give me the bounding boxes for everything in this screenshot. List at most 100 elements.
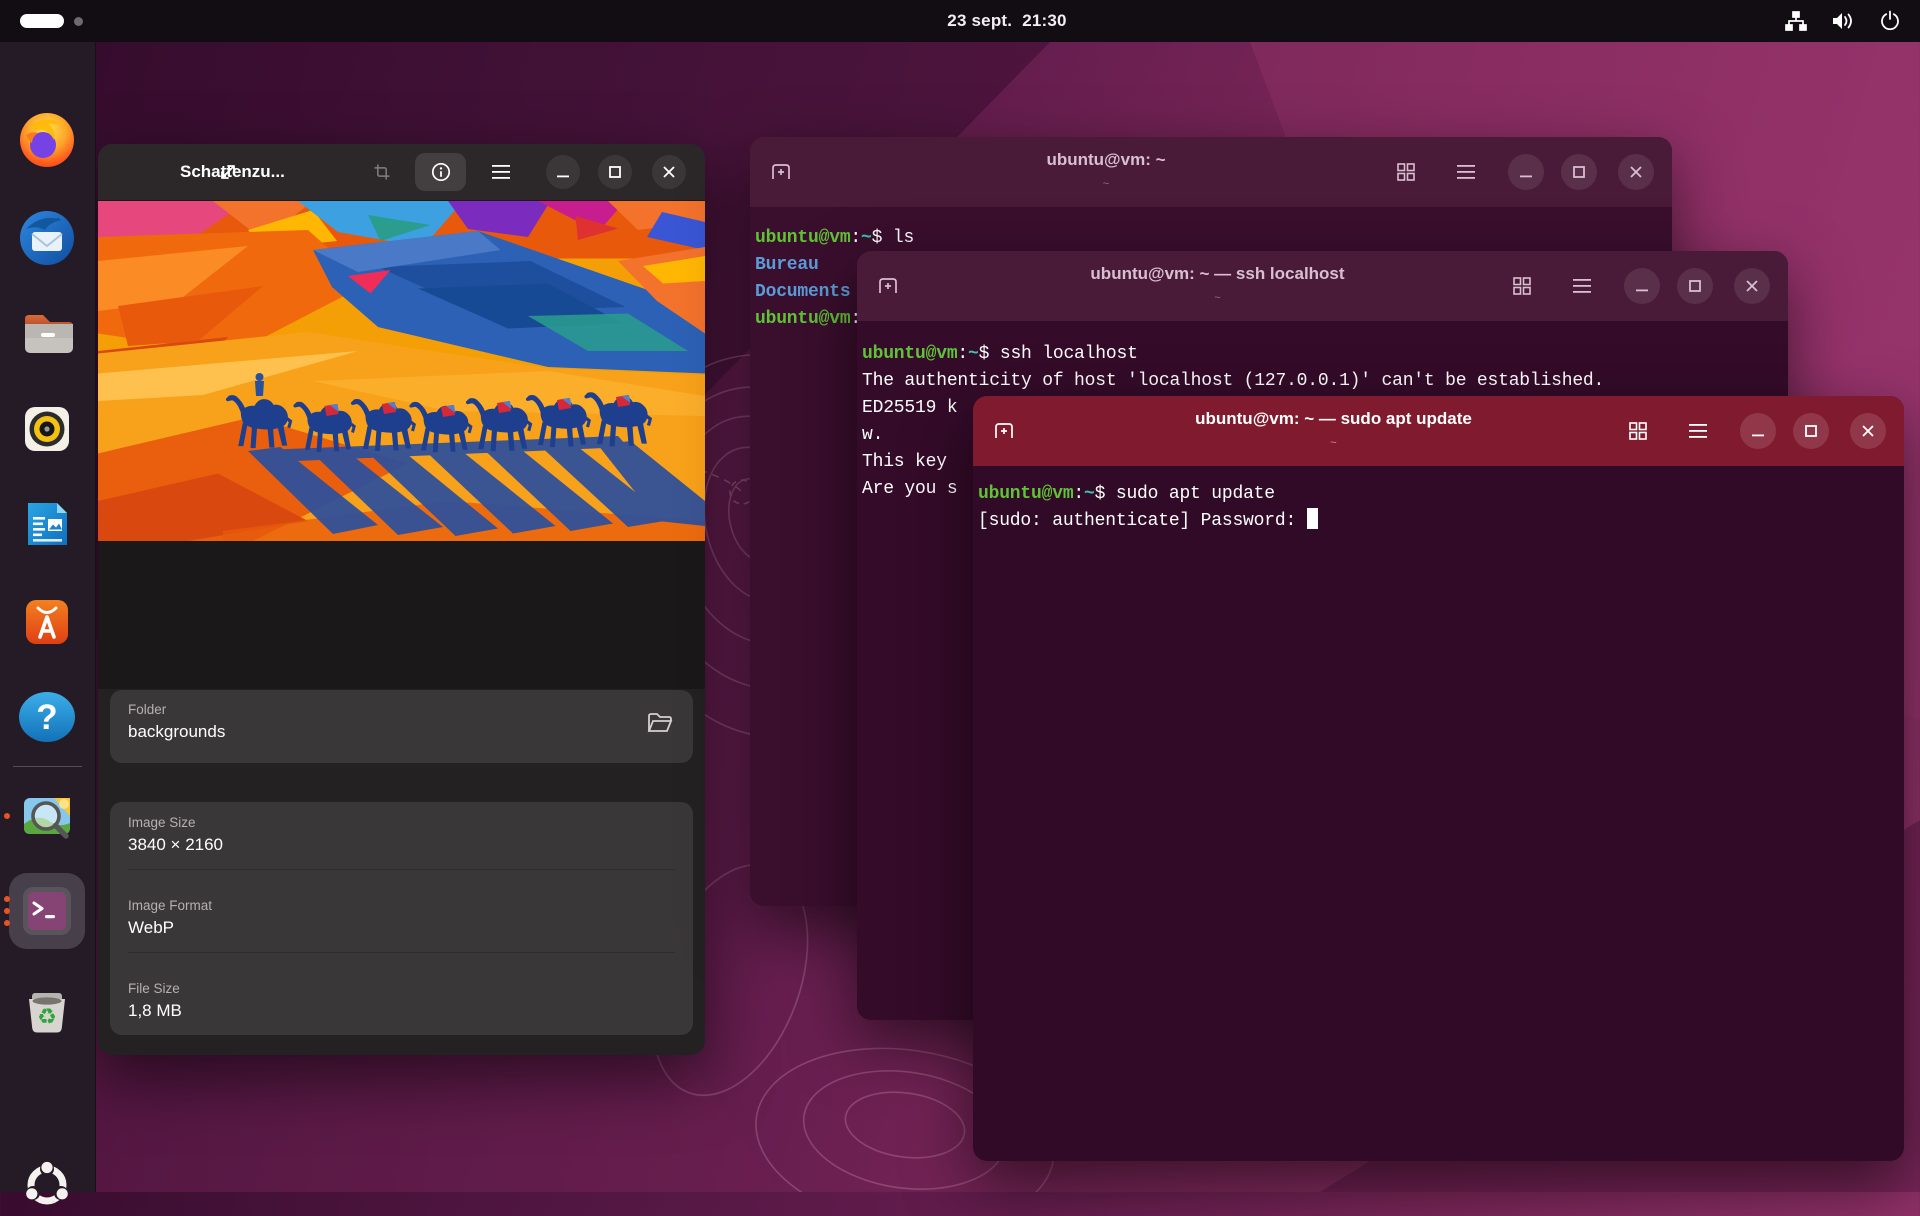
svg-text:?: ? — [36, 698, 57, 737]
minimize-icon — [1752, 425, 1764, 437]
tab-overview-button[interactable] — [1628, 421, 1648, 441]
terminal-maximize-button[interactable] — [1677, 268, 1713, 304]
folder-value: backgrounds — [128, 722, 675, 742]
dock-divider — [13, 766, 82, 767]
terminal-titlebar[interactable]: ubuntu@vm: ~ ~ — [750, 137, 1672, 207]
workspace-dot-inactive[interactable] — [74, 17, 83, 26]
power-icon[interactable] — [1878, 9, 1902, 33]
svg-text:♻: ♻ — [37, 1005, 57, 1030]
terminal-output[interactable]: ubuntu@vm:~$ sudo apt update[sudo: authe… — [973, 466, 1904, 1161]
dock-item-rhythmbox[interactable] — [16, 398, 78, 460]
running-indicator-dot — [4, 813, 10, 819]
terminal-titlebar[interactable]: ubuntu@vm: ~ — ssh localhost ~ — [857, 251, 1788, 321]
maximize-icon — [1805, 425, 1817, 437]
viewer-maximize-button[interactable] — [598, 155, 632, 189]
image-details-card: Image Size 3840 × 2160 Image Format WebP… — [110, 802, 693, 1035]
hamburger-menu-icon — [1573, 279, 1591, 293]
terminal-minimize-button[interactable] — [1624, 268, 1660, 304]
terminal-window-subtitle: ~ — [973, 437, 1694, 449]
divider — [128, 869, 675, 870]
viewer-close-button[interactable] — [652, 155, 686, 189]
clock-date: 23 sept. — [947, 11, 1012, 31]
files-icon — [16, 302, 78, 364]
viewer-window-title: Schattenzu... — [180, 144, 285, 200]
terminal-titlebar[interactable]: ubuntu@vm: ~ — sudo apt update ~ — [973, 396, 1904, 466]
dock-item-thunderbird[interactable] — [16, 207, 78, 269]
clock-menu[interactable]: 23 sept. 21:30 — [947, 0, 1066, 42]
info-icon — [431, 162, 451, 182]
photo-camel-caravan[interactable] — [98, 201, 705, 541]
terminal-window-title: ubuntu@vm: ~ — ssh localhost — [947, 264, 1488, 284]
dock: ? ♻ — [0, 42, 96, 1192]
terminal-menu-button[interactable] — [1572, 276, 1592, 296]
terminal-window-title: ubuntu@vm: ~ — [840, 150, 1372, 170]
terminal-close-button[interactable] — [1850, 413, 1886, 449]
terminal-maximize-button[interactable] — [1561, 154, 1597, 190]
viewer-menu-button[interactable] — [491, 165, 511, 179]
file-size-row: File Size 1,8 MB — [110, 970, 693, 1035]
maximize-icon — [1573, 166, 1585, 178]
grid-icon — [1397, 163, 1415, 181]
libreoffice-impress-icon — [16, 493, 78, 555]
terminal-cursor — [1307, 508, 1318, 529]
image-size-row: Image Size 3840 × 2160 — [110, 802, 693, 870]
dock-item-ubuntu-logo[interactable] — [16, 1154, 78, 1216]
close-icon — [1862, 425, 1874, 437]
grid-icon — [1629, 422, 1647, 440]
terminal-close-button[interactable] — [1734, 268, 1770, 304]
minimize-icon — [1520, 166, 1532, 178]
dock-item-app-center[interactable] — [16, 589, 78, 651]
system-status-area[interactable] — [1784, 0, 1902, 42]
dock-item-libreoffice-impress[interactable] — [16, 493, 78, 555]
folder-property-card[interactable]: Folder backgrounds — [110, 690, 693, 763]
file-size-label: File Size — [128, 981, 675, 996]
minimize-icon — [557, 166, 569, 178]
terminal-window-sudo: ubuntu@vm: ~ — sudo apt update ~ ubuntu@… — [973, 396, 1904, 1161]
folder-label: Folder — [128, 702, 675, 717]
crop-icon — [372, 162, 392, 182]
running-indicator-dot — [4, 896, 10, 902]
tab-overview-button[interactable] — [1512, 276, 1532, 296]
minimize-icon — [1636, 280, 1648, 292]
terminal-menu-button[interactable] — [1688, 421, 1708, 441]
image-size-value: 3840 × 2160 — [128, 835, 675, 855]
dock-item-files[interactable] — [16, 302, 78, 364]
app-center-icon — [16, 589, 78, 651]
grid-icon — [1513, 277, 1531, 295]
properties-toggle-button[interactable] — [415, 153, 466, 191]
terminal-close-button[interactable] — [1618, 154, 1654, 190]
dock-item-image-viewer[interactable] — [16, 785, 78, 847]
image-viewer-window: Schattenzu... — [98, 144, 705, 1055]
terminal-window-subtitle: ~ — [750, 178, 1462, 190]
viewer-minimize-button[interactable] — [546, 155, 580, 189]
running-indicator-dot — [4, 908, 10, 914]
dock-item-help[interactable]: ? — [16, 686, 78, 748]
dock-item-firefox[interactable] — [16, 109, 78, 171]
trash-icon: ♻ — [16, 977, 78, 1039]
network-wired-icon[interactable] — [1784, 9, 1808, 33]
dock-item-trash[interactable]: ♻ — [16, 977, 78, 1039]
terminal-menu-button[interactable] — [1456, 162, 1476, 182]
hamburger-menu-icon — [492, 165, 510, 179]
rhythmbox-icon — [16, 398, 78, 460]
help-icon: ? — [16, 686, 78, 748]
top-bar: 23 sept. 21:30 — [0, 0, 1920, 42]
close-icon — [1746, 280, 1758, 292]
terminal-minimize-button[interactable] — [1508, 154, 1544, 190]
running-indicator-dot — [4, 920, 10, 926]
dock-item-terminal[interactable] — [16, 880, 78, 942]
firefox-icon — [16, 109, 78, 171]
terminal-minimize-button[interactable] — [1740, 413, 1776, 449]
image-viewer-titlebar[interactable]: Schattenzu... — [98, 144, 705, 201]
terminal-window-title: ubuntu@vm: ~ — sudo apt update — [1063, 409, 1604, 429]
image-viewer-icon — [16, 785, 78, 847]
terminal-icon — [16, 880, 78, 942]
tab-overview-button[interactable] — [1396, 162, 1416, 182]
workspace-pill-active[interactable] — [20, 14, 64, 28]
crop-button[interactable] — [371, 162, 393, 182]
image-format-value: WebP — [128, 918, 675, 938]
terminal-maximize-button[interactable] — [1793, 413, 1829, 449]
open-folder-icon[interactable] — [647, 712, 673, 734]
volume-icon[interactable] — [1830, 9, 1856, 33]
maximize-icon — [609, 166, 621, 178]
